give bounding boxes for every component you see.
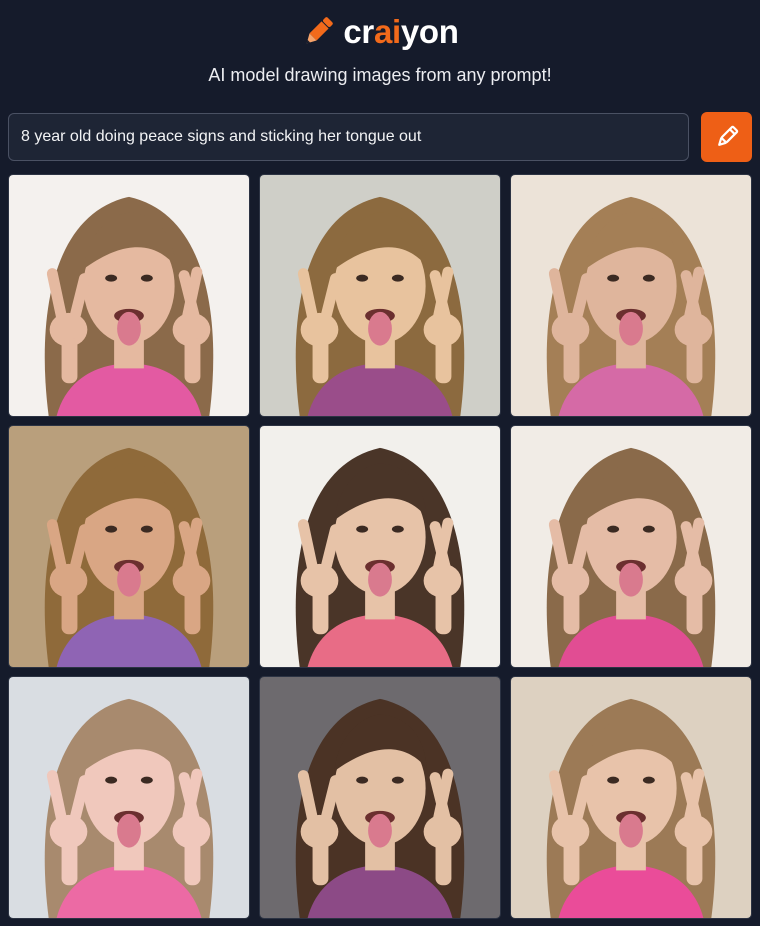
- draw-button[interactable]: [701, 112, 752, 162]
- pencil-icon: [307, 17, 334, 44]
- result-image[interactable]: [510, 425, 752, 668]
- generated-image: [260, 175, 500, 416]
- generated-image: [260, 677, 500, 918]
- generated-image: [511, 677, 751, 918]
- generated-image: [511, 426, 751, 667]
- prompt-input[interactable]: [8, 113, 689, 161]
- header: craiyon AI model drawing images from any…: [0, 0, 760, 112]
- pencil-icon: [717, 125, 738, 146]
- result-image[interactable]: [259, 174, 501, 417]
- brand-name-suffix: yon: [400, 13, 459, 50]
- tagline: AI model drawing images from any prompt!: [208, 65, 552, 85]
- brand-name-prefix: cr: [343, 13, 374, 50]
- result-image[interactable]: [510, 174, 752, 417]
- craiyon-page: craiyon AI model drawing images from any…: [0, 0, 760, 926]
- result-image[interactable]: [8, 174, 250, 417]
- results-grid: [8, 174, 752, 919]
- generated-image: [9, 677, 249, 918]
- brand-name-accent: ai: [373, 13, 401, 50]
- generated-image: [9, 175, 249, 416]
- result-image[interactable]: [8, 676, 250, 919]
- result-image[interactable]: [510, 676, 752, 919]
- generated-image: [9, 426, 249, 667]
- result-image[interactable]: [8, 425, 250, 668]
- brand-name: craiyon: [343, 13, 459, 51]
- generated-image: [511, 175, 751, 416]
- logo[interactable]: craiyon: [0, 10, 760, 54]
- result-image[interactable]: [259, 676, 501, 919]
- prompt-bar: [8, 112, 752, 162]
- generated-image: [260, 426, 500, 667]
- result-image[interactable]: [259, 425, 501, 668]
